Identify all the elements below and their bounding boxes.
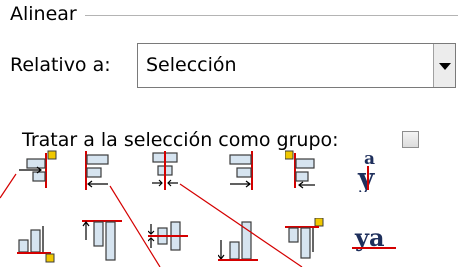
- align-right-edges-button[interactable]: [218, 150, 258, 190]
- dropdown-button[interactable]: [433, 44, 455, 87]
- section-title: Alinear: [10, 2, 80, 26]
- section-divider: [85, 15, 458, 16]
- align-bottom-edge-to-top-anchor-button[interactable]: [17, 220, 57, 263]
- align-bottom-edges-icon: [218, 221, 258, 261]
- relative-to-label: Relativo a:: [10, 54, 111, 76]
- align-left-edges-icon: [85, 151, 109, 190]
- align-bottom-edge-to-top-anchor-icon: [17, 226, 55, 263]
- align-text-baseline-horizontal-button[interactable]: a y: [352, 148, 392, 192]
- treat-as-group-checkbox[interactable]: [402, 131, 419, 148]
- center-on-vertical-axis-button[interactable]: [148, 150, 188, 190]
- align-text-baseline-vertical-button[interactable]: ya: [352, 222, 412, 262]
- treat-as-group-label: Tratar a la selección como grupo:: [22, 129, 339, 151]
- chevron-down-icon: [439, 63, 451, 70]
- align-left-edges-button[interactable]: [82, 150, 122, 190]
- relative-to-combobox[interactable]: Selección: [137, 43, 456, 88]
- relative-to-value: Selección: [146, 54, 237, 76]
- align-text-baseline-vertical-icon: ya: [352, 223, 396, 252]
- svg-text:y: y: [357, 162, 375, 192]
- align-top-edge-to-bottom-anchor-button[interactable]: [285, 218, 325, 259]
- align-top-edges-icon: [82, 220, 122, 261]
- align-text-baseline-horizontal-icon: a y: [357, 149, 375, 192]
- center-on-vertical-axis-icon: [152, 151, 178, 190]
- align-panel: Alinear Relativo a: Selección Tratar a l…: [0, 0, 458, 267]
- align-left-edge-to-right-anchor-button[interactable]: [285, 150, 325, 190]
- align-right-edge-to-left-anchor-icon: [19, 150, 57, 188]
- align-top-edge-to-bottom-anchor-icon: [285, 218, 324, 259]
- align-left-edge-to-right-anchor-icon: [285, 150, 315, 189]
- align-top-edges-button[interactable]: [82, 218, 122, 261]
- align-right-edge-to-left-anchor-button[interactable]: [17, 150, 57, 190]
- align-right-edges-icon: [229, 151, 253, 190]
- align-bottom-edges-button[interactable]: [218, 218, 258, 261]
- center-on-horizontal-axis-icon: [148, 221, 188, 251]
- center-on-horizontal-axis-button[interactable]: [148, 218, 188, 258]
